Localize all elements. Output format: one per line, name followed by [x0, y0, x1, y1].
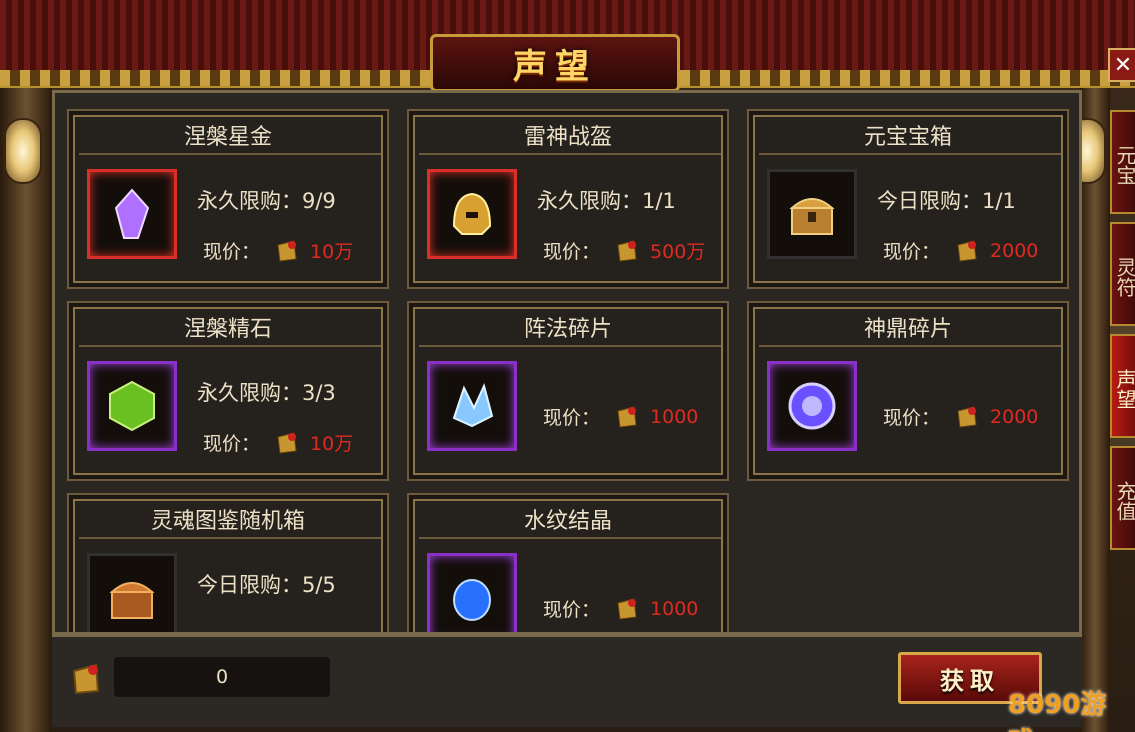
tab-recharge[interactable]: 充值: [1110, 446, 1135, 550]
item-name: 神鼎碎片: [863, 317, 952, 342]
price-label: 现价：: [203, 241, 261, 263]
purchase-limit: 今日限购：1/1: [877, 189, 1016, 213]
item-name: 水纹结晶: [523, 509, 612, 534]
reputation-coin-icon: [957, 405, 977, 428]
price-value: 2000: [990, 405, 1039, 428]
purchase-limit: 今日限购：5/5: [197, 573, 336, 597]
shop-panel: 涅槃星金 永久限购：9/9 现价： 10万 雷神战盔 永久限购：1/1 现价：: [52, 90, 1082, 635]
side-tab-bar: 元宝 灵符 声望 充值: [1110, 110, 1135, 558]
lantern-icon: [4, 118, 42, 184]
reputation-coin-icon: [617, 597, 637, 620]
reputation-coin-icon: [617, 405, 637, 428]
price-label: 现价：: [543, 407, 601, 429]
item-icon: [427, 169, 517, 259]
close-icon: ✕: [1113, 52, 1133, 78]
item-name: 阵法碎片: [523, 317, 612, 342]
green-gem-icon: [109, 380, 155, 432]
price-value: 1000: [650, 405, 699, 428]
reputation-balance: 0: [114, 657, 330, 697]
reputation-coin-icon: [72, 663, 100, 695]
item-icon: [767, 169, 857, 259]
item-icon: [87, 169, 177, 259]
crystal-icon: [114, 188, 150, 239]
window-title-plaque: 声望: [430, 34, 680, 92]
price-label: 现价：: [883, 407, 941, 429]
treasure-chest-icon: [109, 582, 155, 619]
left-pillar: [0, 88, 52, 732]
item-card[interactable]: 雷神战盔 永久限购：1/1 现价： 500万: [407, 109, 729, 289]
reputation-coin-icon: [617, 239, 637, 262]
item-icon: [427, 361, 517, 451]
ice-crystal-icon: [452, 383, 494, 428]
close-button[interactable]: ✕: [1108, 48, 1135, 82]
price-label: 现价：: [883, 241, 941, 263]
item-name: 涅槃星金: [183, 125, 272, 150]
treasure-chest-icon: [789, 198, 835, 235]
helmet-icon: [452, 192, 492, 235]
purchase-limit: 永久限购：1/1: [537, 189, 676, 213]
bottom-bar: 0 获取: [52, 635, 1082, 727]
price-value: 10万: [310, 241, 354, 263]
price-label: 现价：: [543, 241, 601, 263]
item-card[interactable]: 阵法碎片 现价： 1000: [407, 301, 729, 481]
tab-reputation[interactable]: 声望: [1110, 334, 1135, 438]
item-name: 灵魂图鉴随机箱: [150, 509, 305, 534]
price-value: 2000: [990, 239, 1039, 262]
price-value: 1000: [650, 597, 699, 620]
item-card[interactable]: 灵魂图鉴随机箱 今日限购：5/5: [67, 493, 389, 632]
price-label: 现价：: [203, 433, 261, 455]
price-row: 现价： 2000: [883, 237, 1038, 264]
item-icon: [767, 361, 857, 451]
item-icon: [87, 361, 177, 451]
reputation-coin-icon: [957, 239, 977, 262]
item-name: 元宝宝箱: [863, 125, 952, 150]
item-card[interactable]: 元宝宝箱 今日限购：1/1 现价： 2000: [747, 109, 1069, 289]
price-row: 现价： 10万: [203, 429, 353, 456]
item-icon: [87, 553, 177, 632]
price-value: 500万: [650, 241, 706, 263]
tab-yuanbao[interactable]: 元宝: [1110, 110, 1135, 214]
watermark-logo: 8090游戏: [1008, 690, 1107, 732]
price-label: 现价：: [543, 599, 601, 621]
tab-lingfu[interactable]: 灵符: [1110, 222, 1135, 326]
purchase-limit: 永久限购：3/3: [197, 381, 336, 405]
item-card[interactable]: 涅槃星金 永久限购：9/9 现价： 10万: [67, 109, 389, 289]
price-row: 现价： 1000: [543, 403, 698, 430]
price-value: 10万: [310, 433, 354, 455]
item-card[interactable]: 涅槃精石 永久限购：3/3 现价： 10万: [67, 301, 389, 481]
item-card[interactable]: 神鼎碎片 现价： 2000: [747, 301, 1069, 481]
price-row: 现价： 2000: [883, 403, 1038, 430]
price-row: 现价： 500万: [543, 237, 705, 264]
item-card[interactable]: 水纹结晶 现价： 1000: [407, 493, 729, 632]
item-icon: [427, 553, 517, 632]
blue-orb-icon: [788, 382, 836, 430]
reputation-coin-icon: [277, 239, 297, 262]
item-name: 涅槃精石: [183, 317, 272, 342]
right-pillar: [1080, 88, 1110, 732]
purchase-limit: 永久限购：9/9: [197, 189, 336, 213]
item-name: 雷神战盔: [523, 125, 612, 150]
price-row: 现价： 10万: [203, 237, 353, 264]
window-title: 声望: [513, 46, 597, 87]
reputation-coin-icon: [277, 431, 297, 454]
price-row: 现价： 1000: [543, 595, 698, 622]
blue-crystal-icon: [453, 579, 491, 621]
